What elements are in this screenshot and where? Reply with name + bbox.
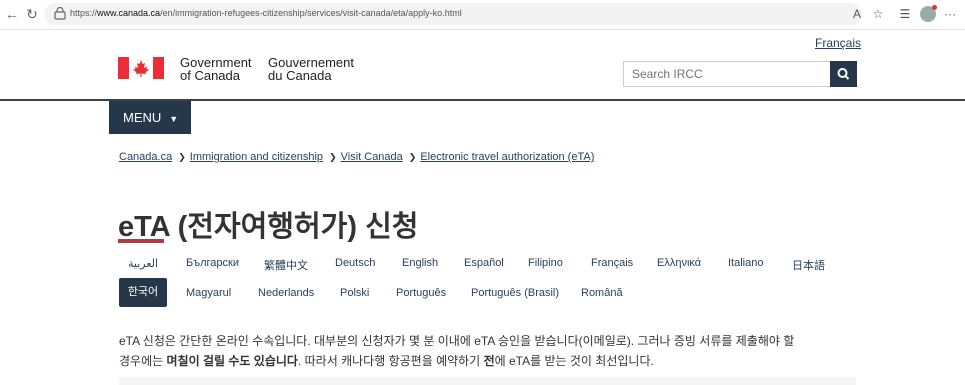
lang-polish[interactable]: Polski [340, 287, 369, 299]
chevron-down-icon: ▼ [169, 114, 179, 124]
lang-arabic[interactable]: العربية [128, 257, 158, 270]
search-input[interactable] [623, 61, 831, 87]
profile-avatar[interactable] [920, 5, 937, 22]
lang-german[interactable]: Deutsch [335, 257, 375, 269]
browser-toolbar: ← ↻ https://www.canada.ca/en/immigration… [0, 0, 965, 30]
read-aloud-icon[interactable]: A [849, 6, 865, 22]
canada-flag-icon [118, 57, 164, 79]
lang-english[interactable]: English [402, 257, 438, 269]
search-button[interactable] [830, 61, 857, 87]
info-panel-top [119, 377, 856, 385]
language-toggle-link[interactable]: Français [815, 36, 861, 50]
lang-japanese[interactable]: 日本語 [792, 257, 825, 273]
intro-paragraph: eTA 신청은 간단한 온라인 수속입니다. 대부분의 신청자가 몇 분 이내에… [119, 334, 795, 368]
menu-button[interactable]: MENU ▼ [109, 101, 191, 134]
title-underline [118, 239, 164, 243]
search-icon [837, 68, 850, 80]
lang-italian[interactable]: Italiano [728, 257, 763, 269]
lang-bulgarian[interactable]: Български [186, 257, 239, 269]
breadcrumb: Canada.ca ❯ Immigration and citizenship ❯ Vi… [119, 151, 594, 163]
chevron-right-icon: ❯ [408, 152, 417, 162]
lang-hungarian[interactable]: Magyarul [186, 287, 231, 299]
menu-label: MENU [123, 110, 162, 125]
breadcrumb-eta[interactable]: Electronic travel authorization (eTA) [420, 151, 594, 163]
address-bar[interactable]: https://www.canada.ca/en/immigration-ref… [44, 3, 862, 25]
lang-portuguese-brazil[interactable]: Português (Brasil) [471, 287, 559, 299]
lang-french[interactable]: Français [591, 257, 633, 269]
lang-filipino[interactable]: Filipino [528, 257, 563, 269]
refresh-icon[interactable]: ↻ [24, 6, 40, 22]
chevron-right-icon: ❯ [329, 152, 337, 162]
back-icon[interactable]: ← [4, 6, 20, 22]
lang-spanish[interactable]: Español [464, 257, 504, 269]
lock-icon [54, 7, 66, 20]
favorite-star-icon[interactable]: ☆ [870, 6, 886, 22]
signature-english[interactable]: Government of Canada [180, 56, 252, 82]
lang-romanian[interactable]: Română [581, 287, 623, 299]
favorites-icon[interactable]: ☰ [897, 6, 913, 22]
lang-chinese-traditional[interactable]: 繁體中文 [264, 257, 308, 273]
breadcrumb-canada[interactable]: Canada.ca [119, 151, 172, 163]
lang-portuguese[interactable]: Português [396, 287, 446, 299]
lang-dutch[interactable]: Nederlands [258, 287, 314, 299]
chevron-right-icon: ❯ [178, 152, 186, 162]
breadcrumb-visit-canada[interactable]: Visit Canada [341, 151, 403, 163]
url-text: https://www.canada.ca/en/immigration-ref… [70, 8, 462, 18]
lang-korean-active[interactable]: 한국어 [119, 278, 167, 307]
signature-french[interactable]: Gouvernement du Canada [268, 56, 354, 82]
breadcrumb-immigration[interactable]: Immigration and citizenship [190, 151, 323, 163]
more-menu-icon[interactable]: ··· [942, 6, 958, 22]
lang-greek[interactable]: Ελληνικά [657, 257, 701, 269]
